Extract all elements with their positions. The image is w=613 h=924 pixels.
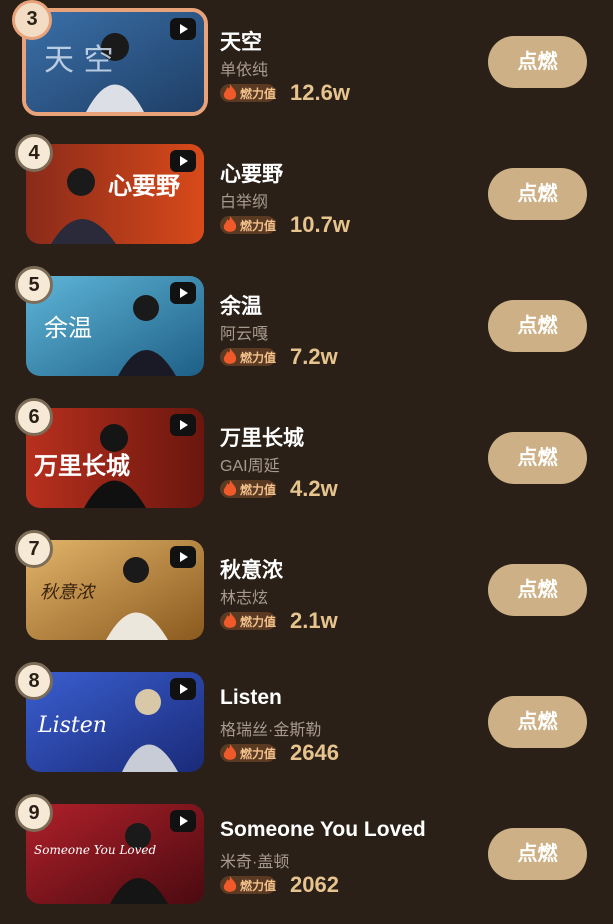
rank-badge: 3 [12, 0, 52, 40]
artist-name: 单依纯 [220, 62, 269, 79]
heat-value: 2.1w [290, 608, 338, 633]
artist-name: 林志炫 [220, 590, 269, 607]
list-item[interactable]: 天 空 3 天空 单依纯 燃力值 12.6w 点燃 [0, 0, 613, 132]
ignite-button[interactable]: 点燃 [488, 828, 587, 880]
thumbnail-caption: 余温 [44, 314, 92, 342]
heat-badge-label: 燃力值 [240, 351, 277, 365]
heat-badge: 燃力值 [220, 876, 276, 894]
flame-icon [223, 348, 237, 364]
play-icon[interactable] [170, 150, 196, 172]
heat-badge-label: 燃力值 [240, 87, 277, 101]
song-thumbnail[interactable]: Someone You Loved [26, 804, 204, 904]
heat-badge: 燃力值 [220, 744, 276, 762]
artist-name: 米奇·盖顿 [220, 854, 290, 871]
list-item[interactable]: Someone You Loved 9 Someone You Loved 米奇… [0, 792, 613, 924]
thumbnail-caption: Listen [37, 713, 107, 738]
artist-name: 白举纲 [220, 194, 269, 211]
list-item[interactable]: 秋意浓 7 秋意浓 林志炫 燃力值 2.1w 点燃 [0, 528, 613, 660]
ignite-button[interactable]: 点燃 [488, 432, 587, 484]
rank-badge: 8 [15, 662, 53, 700]
play-icon[interactable] [170, 414, 196, 436]
heat-value: 7.2w [290, 344, 338, 369]
play-icon[interactable] [170, 282, 196, 304]
artist-name: GAI周延 [220, 458, 280, 475]
song-thumbnail[interactable]: 心要野 [26, 144, 204, 244]
heat-badge-label: 燃力值 [240, 483, 277, 497]
flame-icon [223, 876, 237, 892]
play-icon[interactable] [170, 18, 196, 40]
heat-value: 2646 [290, 740, 339, 765]
heat-value: 12.6w [290, 80, 350, 105]
ignite-button[interactable]: 点燃 [488, 168, 587, 220]
artist-name: 阿云嘎 [220, 326, 269, 343]
ignite-button[interactable]: 点燃 [488, 300, 587, 352]
song-title: 秋意浓 [220, 559, 283, 582]
play-icon[interactable] [170, 678, 196, 700]
heat-badge: 燃力值 [220, 480, 276, 498]
play-icon[interactable] [170, 546, 196, 568]
heat-value: 10.7w [290, 212, 350, 237]
thumbnail-caption: 心要野 [108, 172, 180, 200]
flame-icon [223, 612, 237, 628]
flame-icon [223, 744, 237, 760]
song-thumbnail[interactable]: 余温 [26, 276, 204, 376]
heat-value: 2062 [290, 872, 339, 897]
ignite-button[interactable]: 点燃 [488, 36, 587, 88]
heat-badge: 燃力值 [220, 348, 276, 366]
rank-badge: 4 [15, 134, 53, 172]
list-item[interactable]: Listen 8 Listen 格瑞丝·金斯勒 燃力值 2646 点燃 [0, 660, 613, 792]
song-ranking-list: 天 空 3 天空 单依纯 燃力值 12.6w 点燃 心要野 4 心要野 白举纲 … [0, 0, 613, 914]
ignite-button[interactable]: 点燃 [488, 564, 587, 616]
rank-badge: 6 [15, 398, 53, 436]
flame-icon [223, 84, 237, 100]
rank-badge: 5 [15, 266, 53, 304]
song-title: 心要野 [220, 163, 283, 186]
heat-badge-label: 燃力值 [240, 219, 277, 233]
list-item[interactable]: 万里长城 6 万里长城 GAI周延 燃力值 4.2w 点燃 [0, 396, 613, 528]
song-thumbnail[interactable]: 秋意浓 [26, 540, 204, 640]
flame-icon [223, 480, 237, 496]
heat-badge-label: 燃力值 [240, 747, 277, 761]
artist-name: 格瑞丝·金斯勒 [220, 722, 322, 739]
song-thumbnail[interactable]: 万里长城 [26, 408, 204, 508]
list-item[interactable]: 心要野 4 心要野 白举纲 燃力值 10.7w 点燃 [0, 132, 613, 264]
thumbnail-caption: 万里长城 [34, 452, 130, 480]
play-icon[interactable] [170, 810, 196, 832]
song-title: Listen [220, 686, 282, 709]
heat-badge-label: 燃力值 [240, 615, 277, 629]
rank-badge: 9 [15, 794, 53, 832]
song-title: 天空 [220, 31, 262, 54]
rank-badge: 7 [15, 530, 53, 568]
thumbnail-caption: 天 空 [44, 43, 114, 78]
song-title: 万里长城 [220, 427, 304, 450]
ignite-button[interactable]: 点燃 [488, 696, 587, 748]
list-item[interactable]: 余温 5 余温 阿云嘎 燃力值 7.2w 点燃 [0, 264, 613, 396]
thumbnail-caption: 秋意浓 [40, 582, 96, 603]
heat-badge: 燃力值 [220, 216, 276, 234]
song-thumbnail[interactable]: Listen [26, 672, 204, 772]
thumbnail-caption: Someone You Loved [34, 843, 157, 857]
song-title: Someone You Loved [220, 818, 426, 841]
heat-badge: 燃力值 [220, 612, 276, 630]
heat-badge: 燃力值 [220, 84, 276, 102]
song-title: 余温 [220, 295, 262, 318]
heat-value: 4.2w [290, 476, 338, 501]
heat-badge-label: 燃力值 [240, 879, 277, 893]
flame-icon [223, 216, 237, 232]
